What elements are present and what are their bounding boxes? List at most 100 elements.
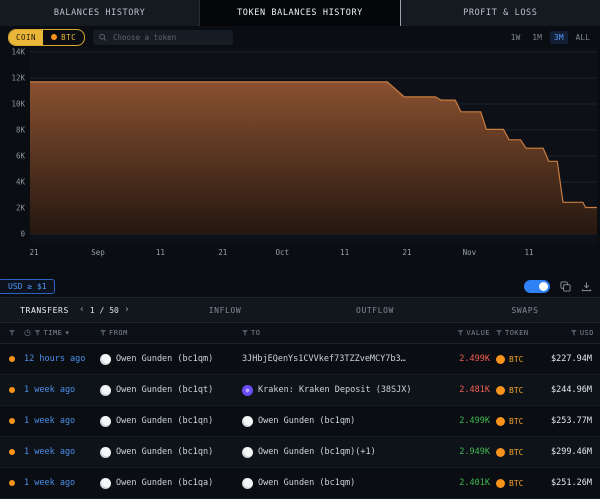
header-token[interactable]: TOKEN <box>496 329 542 337</box>
usd-filter-toggle[interactable] <box>524 280 550 293</box>
y-tick-label: 2K <box>16 204 25 212</box>
table-tab-outflow[interactable]: OUTFLOW <box>356 306 394 315</box>
header-value-label: VALUE <box>466 329 490 337</box>
token-search[interactable] <box>93 30 233 45</box>
usd-filter-chip[interactable]: USD ≥ $1 <box>0 279 55 294</box>
bitcoin-chain-icon <box>9 480 15 486</box>
header-time[interactable]: ◷ TIME ▾ <box>24 329 100 337</box>
row-to-entity[interactable]: 3JHbjEQenYs1CVVkef73TZZveMCY7b3… <box>242 354 434 364</box>
row-usd-value: $244.96M <box>542 385 600 395</box>
tab-profit-and-loss[interactable]: PROFIT & LOSS <box>401 0 600 26</box>
row-from-entity[interactable]: Owen Gunden (bc1qn) <box>100 447 242 458</box>
row-token: BTC <box>496 355 542 364</box>
range-1w[interactable]: 1W <box>507 31 525 44</box>
row-time-link[interactable]: 1 week ago <box>24 447 100 457</box>
range-3m[interactable]: 3M <box>550 31 568 44</box>
pagination: ‹ 1 / 50 › <box>79 305 130 315</box>
chain-cell <box>0 480 24 486</box>
top-tab-bar: BALANCES HISTORY TOKEN BALANCES HISTORY … <box>0 0 600 26</box>
header-from[interactable]: FROM <box>100 329 242 337</box>
page-prev-icon[interactable]: ‹ <box>79 305 85 315</box>
row-time-link[interactable]: 1 week ago <box>24 416 100 426</box>
from-entity-avatar <box>100 416 111 427</box>
x-tick-label: 21 <box>403 248 412 257</box>
bitcoin-chain-icon <box>9 387 15 393</box>
to-entity-avatar <box>242 385 253 396</box>
header-to[interactable]: TO <box>242 329 434 337</box>
bitcoin-chain-icon <box>9 418 15 424</box>
to-entity-name: Owen Gunden (bc1qm) <box>258 478 355 488</box>
table-tab-swaps[interactable]: SWAPS <box>511 306 538 315</box>
x-axis: 21Sep1121Oct1121Nov11 <box>30 244 597 260</box>
header-usd-label: USD <box>580 329 594 337</box>
token-symbol: BTC <box>509 355 523 364</box>
y-tick-label: 0 <box>20 230 25 238</box>
header-token-label: TOKEN <box>505 329 529 337</box>
tab-token-balances-history[interactable]: TOKEN BALANCES HISTORY <box>200 0 400 26</box>
header-usd[interactable]: USD <box>542 329 600 337</box>
row-time-link[interactable]: 1 week ago <box>24 385 100 395</box>
toggle-knob <box>539 282 548 291</box>
y-tick-label: 14K <box>11 48 25 56</box>
row-from-entity[interactable]: Owen Gunden (bc1qn) <box>100 416 242 427</box>
token-symbol: BTC <box>509 479 523 488</box>
copy-icon[interactable] <box>560 281 571 292</box>
row-usd-value: $253.77M <box>542 416 600 426</box>
filter-icon[interactable] <box>9 330 15 336</box>
chart-plot-area[interactable] <box>30 48 597 244</box>
table-tab-bar: TRANSFERS ‹ 1 / 50 › INFLOW OUTFLOW SWAP… <box>0 297 600 323</box>
table-row[interactable]: 1 week ago Owen Gunden (bc1qa) Owen Gund… <box>0 468 600 499</box>
filter-icon[interactable] <box>34 330 40 336</box>
range-all[interactable]: ALL <box>572 31 594 44</box>
filter-icon[interactable] <box>100 330 106 336</box>
table-row[interactable]: 1 week ago Owen Gunden (bc1qt) Kraken: K… <box>0 375 600 406</box>
header-from-label: FROM <box>109 329 128 337</box>
table-tab-cell-swaps: SWAPS <box>450 306 600 315</box>
row-token: BTC <box>496 386 542 395</box>
coin-toggle-label[interactable]: COIN <box>9 30 43 45</box>
search-icon <box>99 33 107 42</box>
row-token: BTC <box>496 479 542 488</box>
table-row[interactable]: 1 week ago Owen Gunden (bc1qn) Owen Gund… <box>0 406 600 437</box>
table-tab-inflow[interactable]: INFLOW <box>209 306 242 315</box>
table-row[interactable]: 12 hours ago Owen Gunden (bc1qm) 3JHbjEQ… <box>0 344 600 375</box>
to-entity-name: Owen Gunden (bc1qm)(+1) <box>258 447 376 457</box>
filter-icon[interactable] <box>496 330 502 336</box>
header-chain[interactable] <box>0 330 24 336</box>
chain-cell <box>0 449 24 455</box>
to-entity-name: Owen Gunden (bc1qm) <box>258 416 355 426</box>
sort-caret-icon[interactable]: ▾ <box>65 330 69 337</box>
row-time-link[interactable]: 1 week ago <box>24 478 100 488</box>
header-time-label: TIME <box>43 329 62 337</box>
row-value: 2.499K <box>434 416 496 426</box>
y-axis: 14K12K10K8K6K4K2K0 <box>0 48 30 244</box>
table-tab-transfers[interactable]: TRANSFERS <box>20 306 69 315</box>
row-to-entity[interactable]: Owen Gunden (bc1qm) <box>242 478 434 489</box>
btc-token-icon <box>496 448 505 457</box>
btc-token-icon <box>496 386 505 395</box>
row-time-link[interactable]: 12 hours ago <box>24 354 100 364</box>
coin-toggle-value[interactable]: BTC <box>43 33 84 42</box>
filter-icon[interactable] <box>242 330 248 336</box>
table-tab-cell-outflow: OUTFLOW <box>300 306 450 315</box>
token-search-input[interactable] <box>111 32 227 43</box>
y-tick-label: 10K <box>11 100 25 108</box>
row-to-entity[interactable]: Owen Gunden (bc1qm) <box>242 416 434 427</box>
to-entity-avatar <box>242 416 253 427</box>
filter-icon[interactable] <box>571 330 577 336</box>
row-to-entity[interactable]: Kraken: Kraken Deposit (38SJX) <box>242 385 434 396</box>
row-from-entity[interactable]: Owen Gunden (bc1qm) <box>100 354 242 365</box>
coin-toggle[interactable]: COIN BTC <box>8 29 85 46</box>
download-icon[interactable] <box>581 281 592 292</box>
range-1m[interactable]: 1M <box>528 31 546 44</box>
row-from-entity[interactable]: Owen Gunden (bc1qa) <box>100 478 242 489</box>
row-from-entity[interactable]: Owen Gunden (bc1qt) <box>100 385 242 396</box>
from-entity-name: Owen Gunden (bc1qt) <box>116 385 213 395</box>
page-next-icon[interactable]: › <box>124 305 130 315</box>
row-to-entity[interactable]: Owen Gunden (bc1qm)(+1) <box>242 447 434 458</box>
filter-icon[interactable] <box>457 330 463 336</box>
header-value[interactable]: VALUE <box>434 329 496 337</box>
table-row[interactable]: 1 week ago Owen Gunden (bc1qn) Owen Gund… <box>0 437 600 468</box>
to-entity-avatar <box>242 447 253 458</box>
tab-balances-history[interactable]: BALANCES HISTORY <box>0 0 200 26</box>
